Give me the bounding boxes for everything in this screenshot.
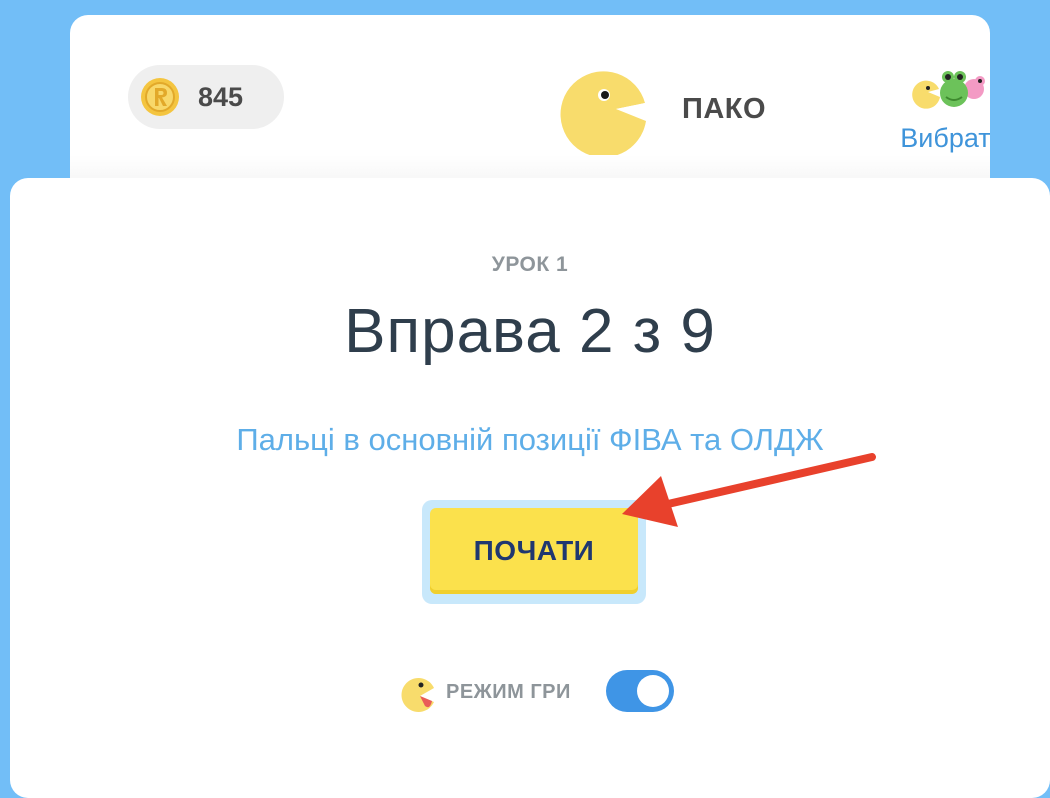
lesson-label: УРОК 1: [491, 253, 569, 276]
lesson-card: УРОК 1 Вправа 2 з 9 Пальці в основній по…: [10, 178, 1050, 798]
game-mode-row: РЕЖИМ ГРИ: [398, 670, 698, 716]
game-mode-label: РЕЖИМ ГРИ: [446, 681, 571, 703]
coin-count: 845: [198, 81, 244, 112]
pacman-tongue-icon: [401, 678, 434, 712]
hero-name: ПАКО: [682, 93, 767, 125]
start-button-focus-ring: ПОЧАТИ: [422, 500, 646, 604]
coin-balance: 845: [128, 65, 284, 129]
exercise-subtitle: Пальці в основній позиції ФІВА та ОЛДЖ: [236, 422, 824, 457]
choose-character-button[interactable]: Вибрати: [878, 67, 990, 157]
choose-label: Вибрати: [900, 123, 990, 153]
pacman-avatar-icon: [560, 71, 646, 155]
coin-icon: [141, 78, 179, 116]
characters-group-icon: [912, 71, 985, 109]
game-mode-toggle[interactable]: [606, 670, 674, 712]
start-button[interactable]: ПОЧАТИ: [430, 508, 638, 594]
toggle-knob: [637, 675, 669, 707]
exercise-title: Вправа 2 з 9: [344, 297, 716, 366]
